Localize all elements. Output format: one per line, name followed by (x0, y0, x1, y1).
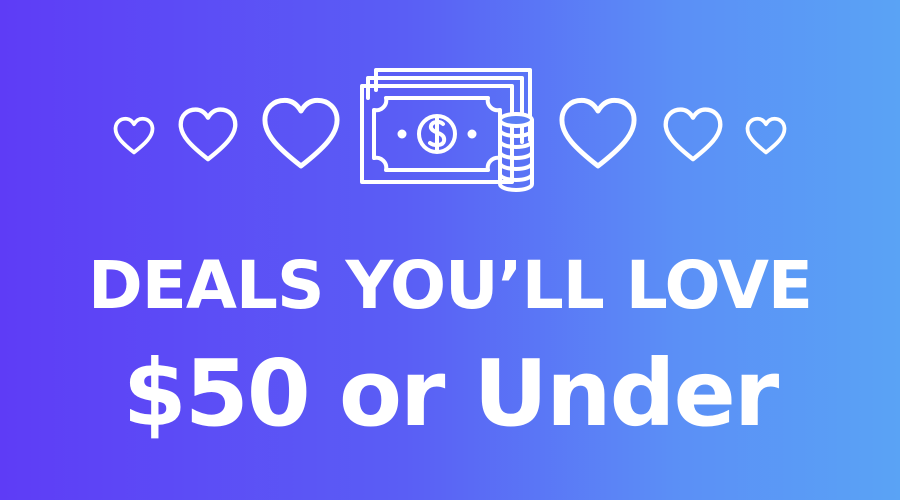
deals-banner: DEALS YOU’LL LOVE $50 or Under (0, 0, 900, 500)
heart-large-left-icon (260, 97, 342, 171)
heart-small-right-icon (745, 116, 787, 155)
heart-medium-right-icon (662, 107, 724, 163)
heart-small-left-icon (113, 116, 155, 155)
heart-medium-left-icon (177, 107, 239, 163)
price-subheadline: $50 or Under (122, 340, 780, 447)
icon-row (0, 0, 900, 230)
heart-large-right-icon (557, 97, 639, 171)
headline: DEALS YOU’LL LOVE (87, 247, 813, 324)
money-bill-with-coins-icon (360, 66, 540, 192)
